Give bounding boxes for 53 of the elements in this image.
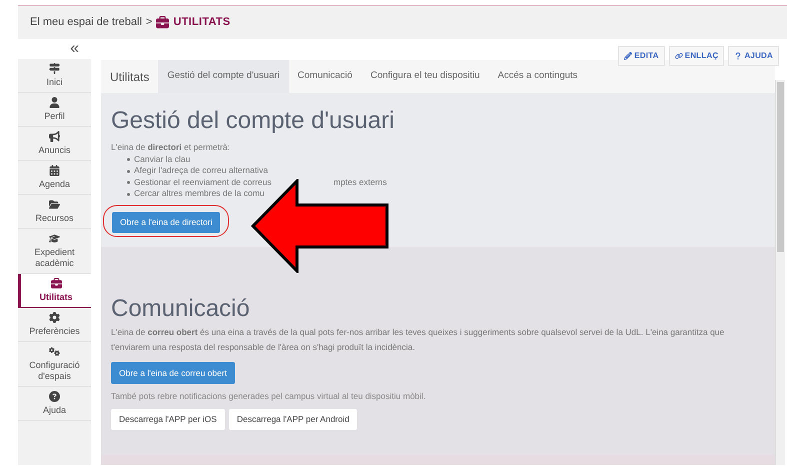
collapse-button[interactable]: «: [70, 39, 79, 59]
sidebar-item[interactable]: Recursos: [18, 195, 91, 229]
calendar-icon: [49, 165, 60, 176]
bullet-icon: [127, 170, 130, 172]
tab[interactable]: Accés a continguts: [488, 60, 587, 93]
bullet-icon: [127, 158, 130, 161]
note-text: També pots rebre notificacions generades pel campus virtual al teu dispositiu mòbil.: [111, 390, 427, 403]
question-mark-icon: [734, 52, 742, 60]
toolbar-button[interactable]: ENLLAÇ: [668, 46, 724, 66]
gear-icon: [49, 312, 60, 323]
sidebar-item[interactable]: Preferències: [18, 308, 91, 342]
tab[interactable]: Comunicació: [288, 60, 362, 93]
list-item: Cercar altres membres de la comu: [134, 188, 264, 200]
download-app-button[interactable]: Descarrega l'APP per Android: [228, 408, 358, 430]
download-app-button[interactable]: Descarrega l'APP per iOS: [111, 408, 225, 430]
list-item: Afegir l'adreça de correu alternativa: [134, 165, 268, 177]
section-heading: Comunicació: [111, 295, 251, 323]
open-mail-button[interactable]: Obre a l'eina de correu obert: [111, 362, 235, 384]
sidebar-item[interactable]: Anuncis: [18, 127, 91, 161]
bullet-icon: [127, 192, 130, 196]
sidebar-item[interactable]: Agenda: [18, 161, 91, 195]
bullet-icon: [127, 181, 130, 184]
sidebar-item[interactable]: Utilitats: [18, 274, 91, 308]
breadcrumb-link[interactable]: El meu espai de treball: [30, 14, 142, 31]
sidebar-item[interactable]: Perfil: [18, 93, 91, 127]
tab[interactable]: Gestió del compte d'usuari: [158, 60, 289, 93]
briefcase-icon: [156, 16, 170, 29]
signpost-icon: [49, 63, 60, 74]
briefcase-icon: [50, 278, 62, 289]
breadcrumb-current: UTILITATS: [173, 15, 230, 30]
sidebar-item[interactable]: Ajuda: [18, 387, 91, 421]
folder-icon: [49, 199, 60, 210]
list-item-fragment: mptes externs: [334, 176, 387, 188]
graduation-cap-icon: [49, 233, 60, 244]
tab-bar-title: Utilitats: [109, 68, 150, 86]
megaphone-icon: [49, 131, 60, 142]
gears-icon: [49, 346, 60, 357]
toolbar-button[interactable]: AJUDA: [728, 46, 779, 66]
pencil-icon: [624, 52, 632, 60]
list-item: Canviar la clau: [134, 154, 190, 166]
toolbar-button[interactable]: EDITA: [618, 46, 665, 66]
sidebar-item[interactable]: Inici: [18, 59, 91, 93]
directory-button[interactable]: Obre a l'eina de directori: [112, 212, 220, 233]
list-item: Gestionar el reenviament de correus: [134, 176, 272, 188]
user-icon: [49, 97, 60, 108]
breadcrumb-separator: >: [146, 15, 152, 30]
description-text: L'eina de correu obert és una eina a través de la qual pots fer-nos arribar les teves queixes i suggeriments sobre qualsevol servei de la UdL. L'eina garantitza que t'enviarem una resposta del responsable de l'àrea on s'hagi produït la incidència.: [111, 326, 726, 354]
intro-text: L'eina de directori et permetrà:: [111, 141, 231, 154]
sidebar-item[interactable]: Configuració d'espais: [18, 342, 91, 387]
link-icon: [674, 52, 683, 60]
tab[interactable]: Configura el teu dispositiu: [361, 60, 489, 93]
section-heading: Gestió del compte d'usuari: [111, 107, 396, 135]
help-icon: [49, 391, 60, 402]
